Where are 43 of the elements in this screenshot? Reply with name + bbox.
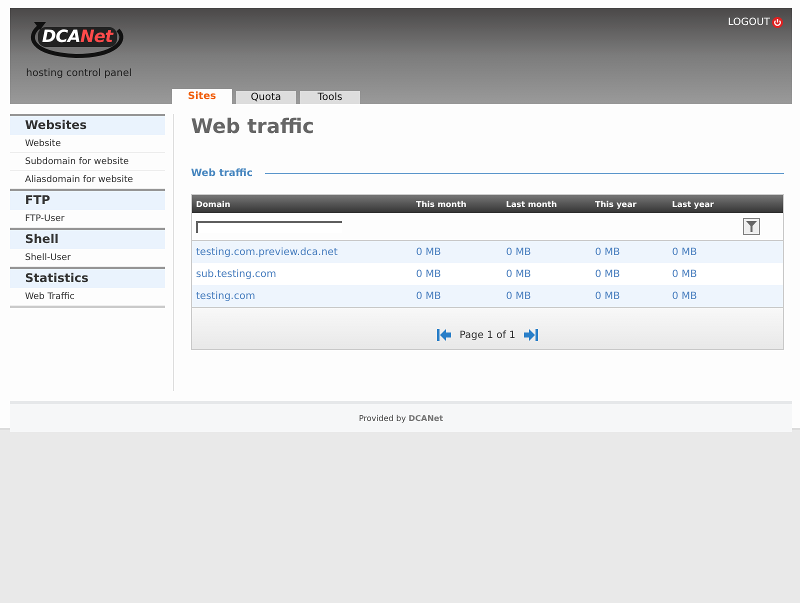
column-header[interactable]: Last year bbox=[672, 200, 783, 208]
domain-link[interactable]: sub.testing.com bbox=[196, 268, 416, 280]
sidebar-item[interactable]: Subdomain for website bbox=[10, 153, 165, 171]
table-cell-text: 0 MB bbox=[416, 268, 442, 280]
table-cell-text: 0 MB bbox=[416, 246, 442, 258]
column-header[interactable]: This year bbox=[595, 200, 672, 208]
site-subtitle: hosting control panel bbox=[26, 68, 133, 79]
table-cell-text: 0 MB bbox=[672, 268, 698, 280]
sidebar-heading: Websites bbox=[10, 116, 165, 135]
table-cell-text: 0 MB bbox=[672, 290, 698, 302]
table-cell-text: 0 MB bbox=[416, 290, 442, 302]
filter-icon[interactable] bbox=[743, 218, 760, 235]
sidebar-heading: Statistics bbox=[10, 269, 165, 288]
column-header[interactable]: This month bbox=[416, 200, 506, 208]
page-title: Web traffic bbox=[191, 114, 316, 138]
column-header[interactable]: Last month bbox=[506, 200, 595, 208]
sidebar-item[interactable]: Aliasdomain for website bbox=[10, 171, 165, 189]
logout-link[interactable]: LOGOUT bbox=[728, 17, 783, 28]
first-page-icon[interactable] bbox=[437, 329, 452, 341]
column-header[interactable]: Domain bbox=[196, 200, 416, 208]
table-cell-text: 0 MB bbox=[672, 246, 698, 258]
nav-tab[interactable]: Quota bbox=[236, 91, 296, 104]
sidebar-item[interactable]: Website bbox=[10, 135, 165, 153]
table-cell-text: 0 MB bbox=[595, 290, 622, 302]
logo-text: DCANet bbox=[38, 27, 117, 47]
table-cell-text: 0 MB bbox=[506, 290, 532, 302]
nav-tab[interactable]: Tools bbox=[300, 91, 360, 104]
table-cell-text: 0 MB bbox=[506, 246, 532, 258]
sidebar-item[interactable]: Shell-User bbox=[10, 249, 165, 267]
table-cell-text: 0 MB bbox=[506, 268, 532, 280]
footer-text: Provided by DCANet bbox=[358, 414, 444, 422]
sidebar-heading: Shell bbox=[10, 230, 165, 249]
domain-link[interactable]: testing.com.preview.dca.net bbox=[196, 246, 416, 258]
sidebar-item[interactable]: Web Traffic bbox=[10, 288, 165, 306]
table-cell-text: 0 MB bbox=[595, 246, 622, 258]
section-title: Web traffic bbox=[191, 168, 253, 179]
domain-link[interactable]: testing.com bbox=[196, 290, 416, 302]
sidebar-item[interactable]: FTP-User bbox=[10, 210, 165, 228]
power-icon bbox=[772, 17, 783, 28]
table-cell-text: 0 MB bbox=[595, 268, 622, 280]
page-indicator: Page 1 of 1 bbox=[459, 330, 516, 341]
last-page-icon[interactable] bbox=[524, 329, 538, 341]
sidebar-heading: FTP bbox=[10, 191, 165, 210]
